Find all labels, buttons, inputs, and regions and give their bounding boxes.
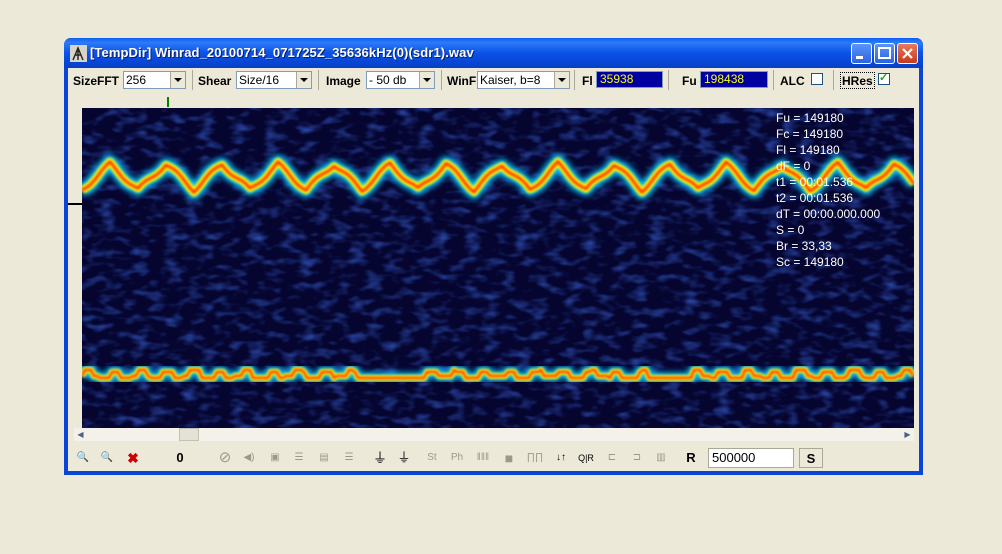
alc-checkbox[interactable] <box>811 73 823 85</box>
info-t2: t2 = 00:01.536 <box>776 191 854 205</box>
pulse-icon[interactable]: ∏∏ <box>524 448 546 468</box>
hres-label: HRes <box>840 72 875 89</box>
separator <box>773 70 774 90</box>
s-button[interactable]: S <box>799 448 823 468</box>
fl-label: Fl <box>582 74 593 88</box>
chevron-down-icon <box>554 72 569 88</box>
info-dt: dT = 00:00.000.000 <box>776 207 881 221</box>
winf-label: WinF <box>447 74 477 88</box>
sizefft-label: SizeFFT <box>73 74 120 88</box>
clear-icon[interactable]: ⊘ <box>214 448 236 468</box>
shear-label: Shear <box>198 74 232 88</box>
info-s: S = 0 <box>776 223 805 237</box>
frequency-marker <box>167 97 169 107</box>
image-label: Image <box>326 74 361 88</box>
ph-icon[interactable]: Ph <box>446 448 468 468</box>
shape2-icon[interactable]: ⊐ <box>626 448 648 468</box>
alc-label: ALC <box>780 74 805 88</box>
close-button[interactable] <box>897 43 918 64</box>
hres-checkbox[interactable] <box>878 71 890 85</box>
info-fl: Fl = 149180 <box>776 143 840 157</box>
separator <box>318 70 319 90</box>
info-df: dF = 0 <box>776 159 811 173</box>
top-toolbar: SizeFFT 256 Shear Size/16 Image - 50 db … <box>68 68 919 92</box>
fl-field[interactable]: 35938 <box>596 71 663 88</box>
info-br: Br = 33,33 <box>776 239 832 253</box>
separator <box>574 70 575 90</box>
chevron-down-icon <box>419 72 434 88</box>
window-title: [TempDir] Winrad_20100714_071725Z_35636k… <box>90 45 474 60</box>
qr-icon[interactable]: Q|R <box>575 448 597 468</box>
block-icon[interactable]: ■ <box>498 448 520 468</box>
r-label: R <box>686 450 696 465</box>
filter-icon[interactable]: ☰ <box>288 448 310 468</box>
title-bar[interactable]: [TempDir] Winrad_20100714_071725Z_35636k… <box>64 38 923 68</box>
sizefft-select[interactable]: 256 <box>123 71 186 89</box>
winf-value: Kaiser, b=8 <box>480 73 541 87</box>
maximize-button[interactable] <box>874 43 895 64</box>
scroll-thumb[interactable] <box>179 428 199 441</box>
winf-select[interactable]: Kaiser, b=8 <box>477 71 570 89</box>
sort-icon[interactable]: ↓↑ <box>550 448 572 468</box>
minimize-button[interactable] <box>851 43 872 64</box>
scroll-right-icon[interactable]: ▶ <box>901 428 914 441</box>
shear-value: Size/16 <box>239 73 280 87</box>
delete-icon[interactable]: ✖ <box>122 448 144 468</box>
zoom-out-icon[interactable]: 🔍 <box>96 448 118 468</box>
antenna-icon <box>70 45 87 62</box>
separator <box>441 70 442 90</box>
chevron-down-icon <box>296 72 311 88</box>
fu-label: Fu <box>682 74 697 88</box>
export-icon[interactable]: ▥ <box>650 448 672 468</box>
filter2-icon[interactable]: ▤ <box>313 448 335 468</box>
counter-display: 0 <box>176 450 184 465</box>
stop-icon[interactable]: ▣ <box>264 448 286 468</box>
client-area: SizeFFT 256 Shear Size/16 Image - 50 db … <box>68 68 919 471</box>
rate-field[interactable]: 500000 <box>708 448 794 468</box>
bottom-toolbar: 🔍 🔍 ✖ 0 ⊘ ◀) ▣ ☰ ▤ ☰ ⏚ ⏚ St Ph ǁǁǁ ■ ∏∏ … <box>68 446 919 470</box>
zoom-in-icon[interactable]: 🔍 <box>72 448 94 468</box>
speaker-icon[interactable]: ◀) <box>238 448 260 468</box>
minimize-icon <box>856 56 863 59</box>
sizefft-value: 256 <box>126 73 147 87</box>
ant-icon[interactable]: ⏚ <box>393 448 415 468</box>
main-window: [TempDir] Winrad_20100714_071725Z_35636k… <box>64 38 923 475</box>
separator <box>668 70 669 90</box>
info-t1: t1 = 00:01.536 <box>776 175 854 189</box>
info-sc: Sc = 149180 <box>776 255 844 269</box>
info-fu: Fu = 149180 <box>776 111 844 125</box>
info-panel: Fu = 149180 Fc = 149180 Fl = 149180 dF =… <box>776 110 880 270</box>
image-select[interactable]: - 50 db <box>366 71 435 89</box>
separator <box>833 70 834 90</box>
shape1-icon[interactable]: ⊏ <box>601 448 623 468</box>
image-value: - 50 db <box>369 73 407 87</box>
info-fc: Fc = 149180 <box>776 127 844 141</box>
maximize-icon <box>878 47 891 59</box>
separator <box>192 70 193 90</box>
horizontal-scrollbar[interactable]: ◀ ▶ <box>74 428 914 441</box>
shear-select[interactable]: Size/16 <box>236 71 312 89</box>
scroll-left-icon[interactable]: ◀ <box>74 428 87 441</box>
time-marker <box>68 203 82 205</box>
comb-icon[interactable]: ǁǁǁ <box>472 448 494 468</box>
down-arrow-icon[interactable]: ⏚ <box>369 448 391 468</box>
chevron-down-icon <box>170 72 185 88</box>
fu-field[interactable]: 198438 <box>700 71 768 88</box>
st-icon[interactable]: St <box>421 448 443 468</box>
waterfall-display[interactable]: Fu = 149180 Fc = 149180 Fl = 149180 dF =… <box>82 108 914 428</box>
close-icon <box>902 48 913 59</box>
filter3-icon[interactable]: ☰ <box>338 448 360 468</box>
